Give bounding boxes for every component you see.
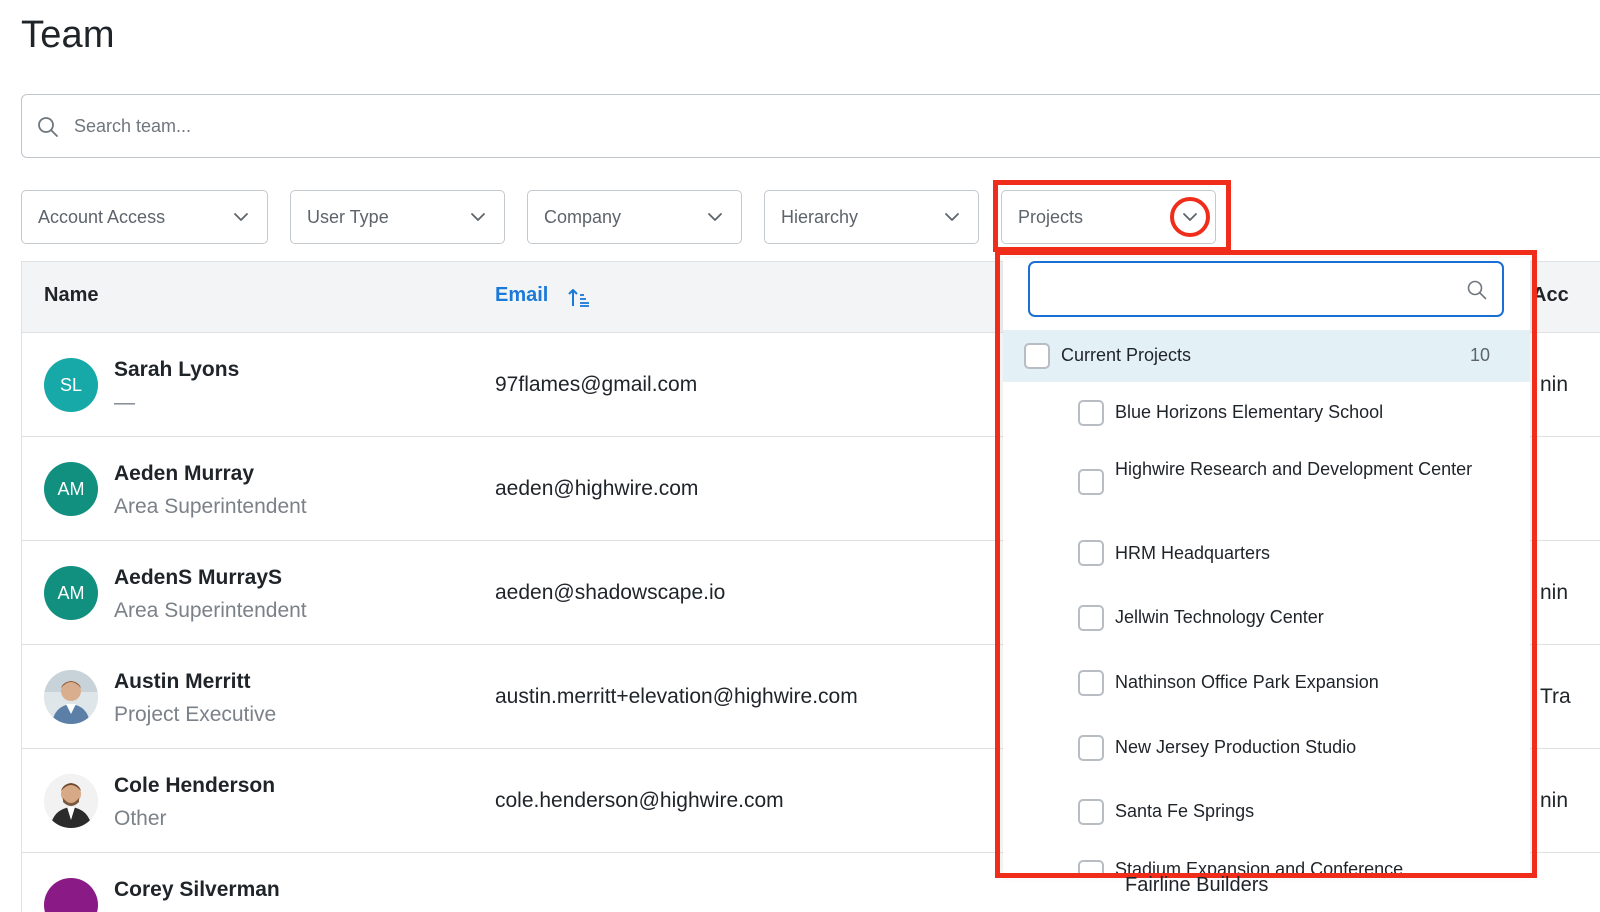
member-account-access: nin [1540, 373, 1569, 396]
chevron-down-icon [471, 213, 485, 221]
project-option-label: HRM Headquarters [1115, 543, 1271, 563]
user-type-filter[interactable]: User Type [290, 190, 505, 244]
email-column-header[interactable]: Email [495, 284, 548, 307]
group-checkbox[interactable] [1024, 343, 1050, 369]
magnifier-icon [1467, 280, 1487, 300]
project-option-label: New Jersey Production Studio [1115, 737, 1357, 757]
projects-search-field[interactable] [1028, 261, 1504, 317]
company-filter-label: Company [544, 206, 622, 227]
person-photo-icon [44, 670, 98, 724]
team-search-input[interactable] [74, 115, 674, 137]
account-access-filter[interactable]: Account Access [21, 190, 268, 244]
account-access-column-header[interactable]: Acc [1532, 284, 1569, 307]
project-checkbox[interactable] [1078, 670, 1104, 696]
member-name: Austin Merritt [114, 670, 251, 693]
member-name: Corey Silverman [114, 878, 280, 901]
avatar-photo [44, 670, 98, 724]
chevron-down-icon [234, 213, 248, 221]
member-email: austin.merritt+elevation@highwire.com [495, 685, 858, 708]
member-email: aeden@shadowscape.io [495, 581, 726, 604]
member-email: aeden@highwire.com [495, 477, 699, 500]
member-account-access: nin [1540, 789, 1569, 812]
name-column-header[interactable]: Name [44, 284, 98, 307]
project-checkbox[interactable] [1078, 735, 1104, 761]
account-access-filter-label: Account Access [38, 206, 166, 227]
project-option-label: Blue Horizons Elementary School [1115, 402, 1384, 422]
projects-filter-toggle[interactable] [1170, 197, 1210, 237]
project-checkbox[interactable] [1078, 605, 1104, 631]
avatar [44, 878, 98, 912]
member-name: AedenS MurrayS [114, 566, 283, 589]
company-filter[interactable]: Company [527, 190, 742, 244]
project-option-label: Jellwin Technology Center [1115, 607, 1324, 627]
chevron-down-icon [945, 213, 959, 221]
project-group-current[interactable]: Current Projects 10 [1003, 330, 1530, 382]
member-email: cole.henderson@highwire.com [495, 789, 784, 812]
project-checkbox[interactable] [1078, 540, 1104, 566]
avatar-photo [44, 774, 98, 828]
avatar: SL [44, 358, 98, 412]
member-name: Aeden Murray [114, 462, 255, 485]
project-option-label: Stadium Expansion and Conference [1115, 859, 1404, 873]
page-title: Team [21, 14, 115, 56]
team-search-bar[interactable] [21, 94, 1600, 158]
person-photo-icon [44, 774, 98, 828]
member-role: — [114, 391, 135, 414]
project-checkbox[interactable] [1078, 400, 1104, 426]
member-role: Other [114, 807, 167, 830]
member-email: 97flames@gmail.com [495, 373, 698, 396]
sort-ascending-icon[interactable] [567, 286, 591, 310]
avatar: AM [44, 462, 98, 516]
project-option-label: Highwire Research and Development Center [1115, 459, 1473, 479]
project-group-label: Current Projects [1061, 345, 1192, 365]
hierarchy-filter[interactable]: Hierarchy [764, 190, 979, 244]
projects-search-input[interactable] [1044, 263, 1464, 315]
chevron-down-icon [1183, 213, 1197, 221]
project-option-label: Santa Fe Springs [1115, 801, 1255, 821]
project-group-count: 10 [1469, 345, 1490, 365]
project-checkbox[interactable] [1078, 860, 1104, 873]
member-role: Area Superintendent [114, 495, 307, 518]
hierarchy-filter-label: Hierarchy [781, 206, 859, 227]
user-type-filter-label: User Type [307, 206, 389, 227]
member-account-access: Tra [1540, 685, 1571, 708]
member-account-access: nin [1540, 581, 1569, 604]
member-role: Area Superintendent [114, 599, 307, 622]
member-name: Sarah Lyons [114, 358, 240, 381]
projects-filter-label: Projects [1018, 206, 1084, 227]
project-option-label: Nathinson Office Park Expansion [1115, 672, 1379, 692]
member-name: Cole Henderson [114, 774, 276, 797]
chevron-down-icon [708, 213, 722, 221]
avatar: AM [44, 566, 98, 620]
search-icon [38, 117, 58, 137]
company-name-text: Fairline Builders [1125, 874, 1269, 896]
project-checkbox[interactable] [1078, 799, 1104, 825]
project-checkbox[interactable] [1078, 469, 1104, 495]
member-role: Project Executive [114, 703, 277, 726]
projects-dropdown: Current Projects 10 Blue Horizons Elemen… [1003, 258, 1530, 873]
